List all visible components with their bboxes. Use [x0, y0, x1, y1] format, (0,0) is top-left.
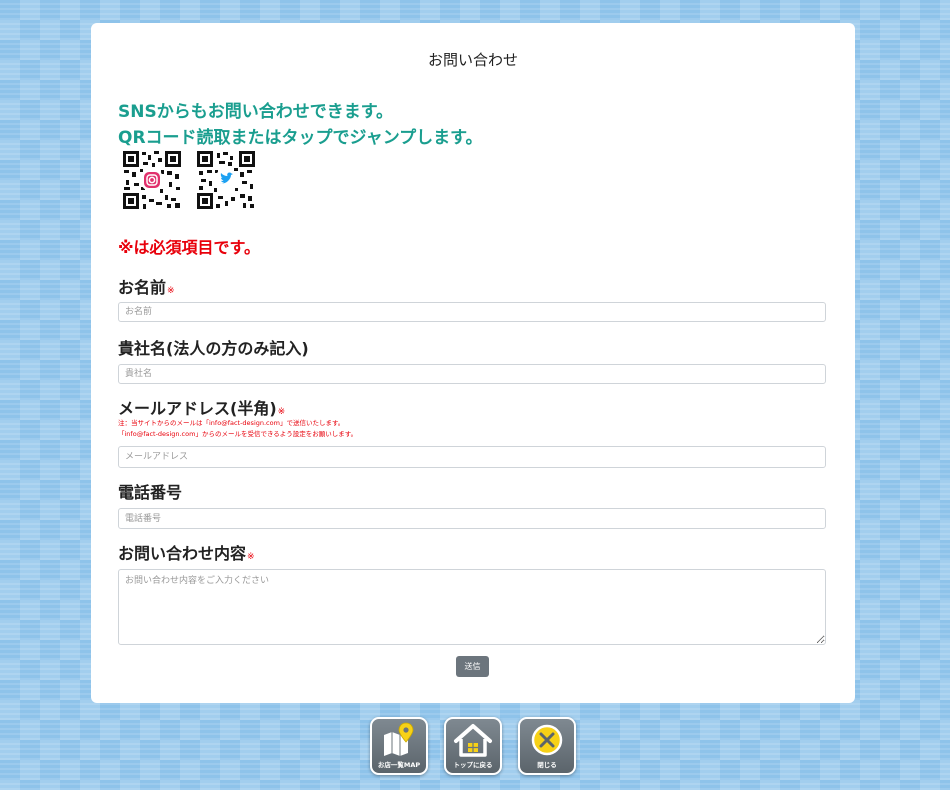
- phone-input[interactable]: [118, 508, 826, 529]
- required-mark: ※: [277, 407, 286, 417]
- sns-message-line1: SNSからもお問い合わせできます。: [118, 102, 394, 122]
- contact-form-card: お問い合わせ SNSからもお問い合わせできます。 QRコード読取またはタップでジ…: [91, 23, 855, 703]
- company-label: 貴社名(法人の方のみ記入): [118, 339, 309, 358]
- twitter-qr-icon: [197, 151, 255, 209]
- phone-label: 電話番号: [118, 483, 183, 502]
- company-input[interactable]: [118, 364, 826, 384]
- close-icon: [531, 724, 563, 756]
- name-label: お名前※: [118, 274, 175, 298]
- email-input[interactable]: [118, 446, 826, 468]
- home-icon: [454, 724, 492, 757]
- shop-map-label: お店一覧MAP: [377, 761, 421, 769]
- back-to-top-button[interactable]: トップに戻る: [444, 717, 502, 775]
- page-title: お問い合わせ: [427, 51, 518, 69]
- message-label-text: お問い合わせ内容: [118, 544, 247, 563]
- name-label-text: お名前: [118, 278, 167, 297]
- instagram-qr-code[interactable]: [123, 151, 181, 209]
- email-note-line1: 注：当サイトからのメールは「info@fact-design.com」で送信いた…: [118, 419, 345, 427]
- required-mark: ※: [247, 552, 255, 562]
- message-textarea[interactable]: [118, 569, 826, 645]
- twitter-qr-code[interactable]: [197, 151, 255, 209]
- shop-map-button[interactable]: お店一覧MAP: [370, 717, 428, 775]
- name-input[interactable]: [118, 302, 826, 322]
- email-label-text: メールアドレス(半角): [118, 399, 277, 418]
- email-label: メールアドレス(半角)※: [118, 395, 285, 419]
- back-to-top-label: トップに戻る: [453, 761, 493, 769]
- instagram-qr-icon: [123, 151, 181, 209]
- email-note-line2: 「info@fact-design.com」からのメールを受信できるよう設定をお…: [118, 430, 358, 438]
- map-icon: [384, 722, 414, 756]
- required-fields-note: ※は必須項目です。: [118, 238, 260, 257]
- submit-button[interactable]: 送信: [456, 656, 489, 677]
- message-label: お問い合わせ内容※: [118, 540, 255, 564]
- required-mark: ※: [167, 286, 175, 296]
- close-label: 閉じる: [537, 761, 557, 769]
- close-button[interactable]: 閉じる: [518, 717, 576, 775]
- sns-message-line2: QRコード読取またはタップでジャンプします。: [118, 128, 483, 148]
